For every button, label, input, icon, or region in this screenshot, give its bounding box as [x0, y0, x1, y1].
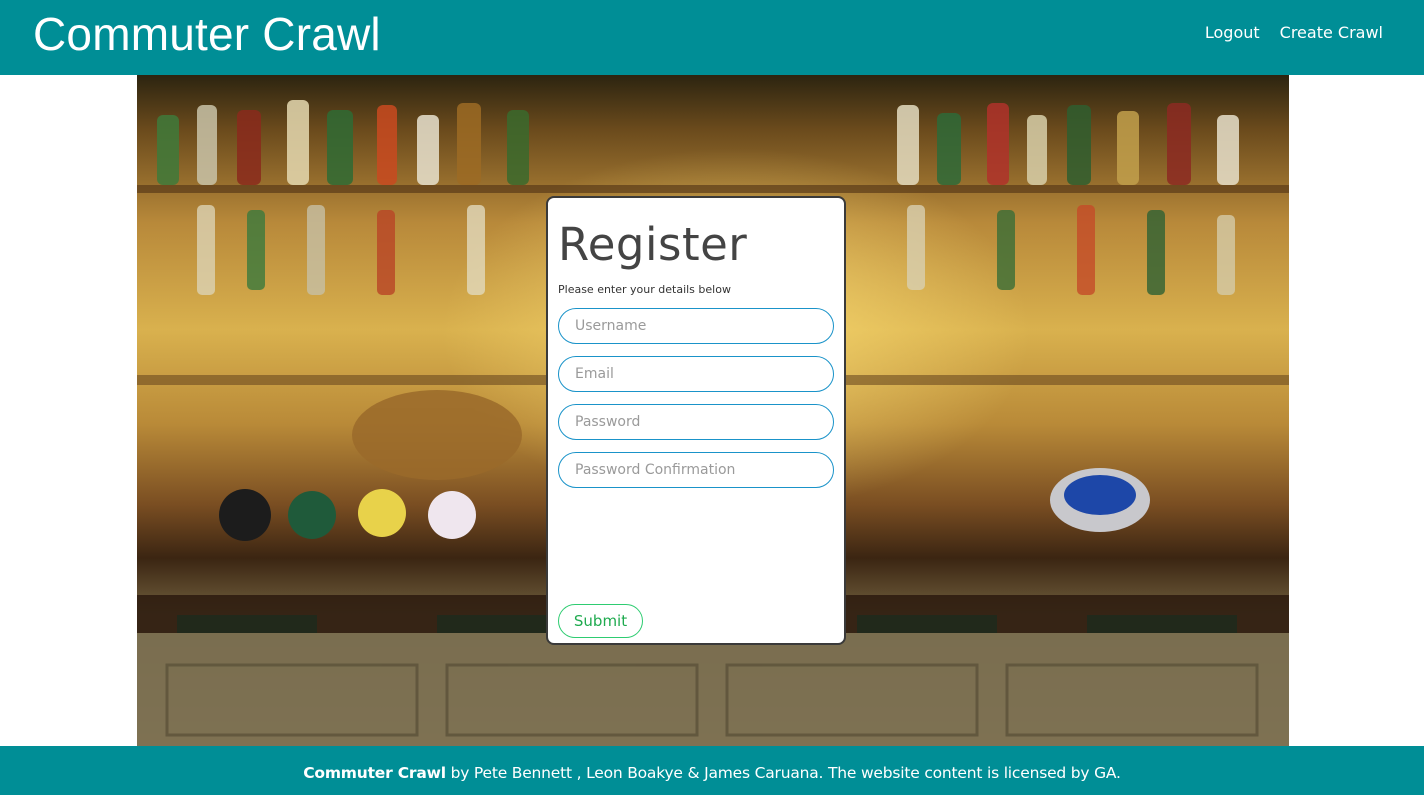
- create-crawl-link[interactable]: Create Crawl: [1280, 22, 1383, 44]
- register-form: Register Please enter your details below…: [546, 196, 846, 645]
- username-input[interactable]: [558, 308, 834, 344]
- password-input[interactable]: [558, 404, 834, 440]
- footer-brand: Commuter Crawl: [303, 764, 446, 782]
- footer-credits: by Pete Bennett , Leon Boakye & James Ca…: [445, 764, 1121, 782]
- register-subtitle: Please enter your details below: [558, 283, 731, 296]
- top-navbar: Commuter Crawl Logout Create Crawl: [0, 0, 1424, 75]
- logout-link[interactable]: Logout: [1205, 22, 1260, 44]
- brand-logo-link[interactable]: Commuter Crawl: [33, 9, 381, 59]
- submit-button[interactable]: Submit: [558, 604, 643, 638]
- register-title: Register: [558, 218, 748, 271]
- nav-links: Logout Create Crawl: [1205, 22, 1383, 44]
- footer: Commuter Crawl by Pete Bennett , Leon Bo…: [0, 746, 1424, 795]
- password-confirmation-input[interactable]: [558, 452, 834, 488]
- email-input[interactable]: [558, 356, 834, 392]
